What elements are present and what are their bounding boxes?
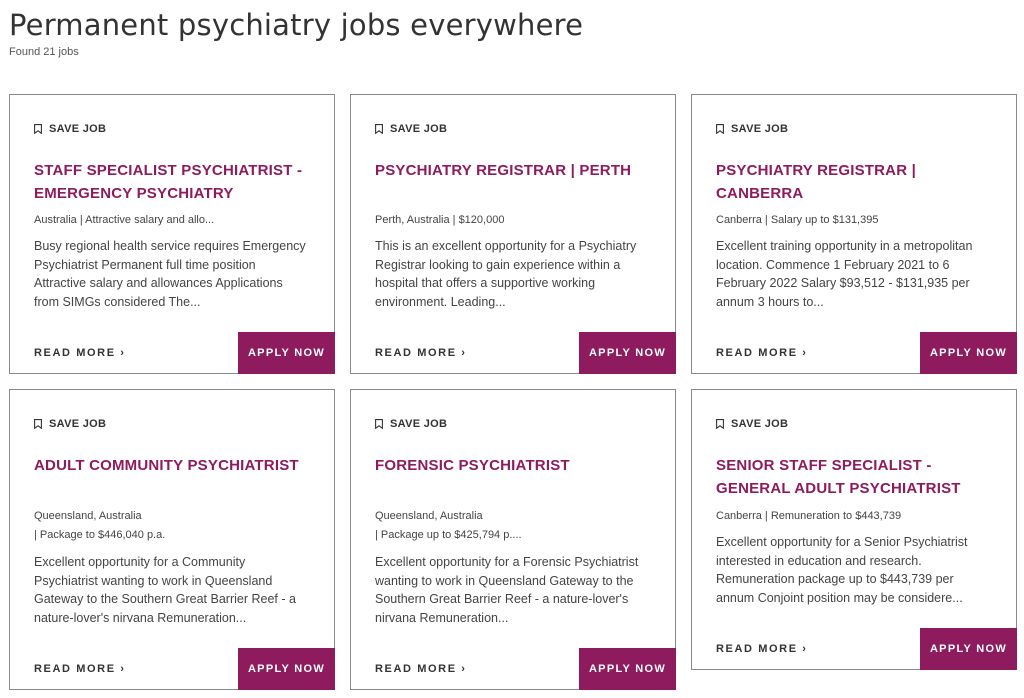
job-card: SAVE JOB ADULT COMMUNITY PSYCHIATRIST Qu… [9,389,335,690]
save-job-button[interactable]: SAVE JOB [34,418,106,430]
apply-now-button[interactable]: APPLY NOW [920,628,1017,670]
job-description: Excellent opportunity for a Forensic Psy… [375,555,639,625]
job-title[interactable]: SENIOR STAFF SPECIALIST - GENERAL ADULT … [716,454,1001,500]
apply-now-button[interactable]: APPLY NOW [920,332,1017,374]
save-job-label: SAVE JOB [49,123,107,135]
read-more-link[interactable]: READ MORE › [375,347,467,359]
job-description: Busy regional health service requires Em… [34,239,306,309]
job-title[interactable]: FORENSIC PSYCHIATRIST [375,454,660,477]
save-job-button[interactable]: SAVE JOB [34,123,106,135]
bookmark-icon [34,124,42,134]
results-count: Found 21 jobs [9,46,79,58]
save-job-button[interactable]: SAVE JOB [716,418,788,430]
job-location: Queensland, Australia [375,510,483,522]
bookmark-icon [375,419,383,429]
job-description: Excellent opportunity for a Senior Psych… [716,535,968,605]
apply-now-button[interactable]: APPLY NOW [579,332,676,374]
read-more-link[interactable]: READ MORE › [34,663,126,675]
job-salary: | Package up to $425,794 p.... [375,529,522,541]
save-job-button[interactable]: SAVE JOB [716,123,788,135]
bookmark-icon [375,124,383,134]
read-more-link[interactable]: READ MORE › [716,643,808,655]
bookmark-icon [716,124,724,134]
job-card: SAVE JOB PSYCHIATRY REGISTRAR | CANBERRA… [691,94,1017,374]
job-title[interactable]: PSYCHIATRY REGISTRAR | CANBERRA [716,159,1001,205]
save-job-button[interactable]: SAVE JOB [375,418,447,430]
bookmark-icon [34,419,42,429]
save-job-label: SAVE JOB [390,418,448,430]
job-location-salary: Australia | Attractive salary and allo..… [34,214,215,226]
save-job-label: SAVE JOB [731,418,789,430]
job-title[interactable]: PSYCHIATRY REGISTRAR | PERTH [375,159,660,182]
job-salary: | Package to $446,040 p.a. [34,529,166,541]
save-job-button[interactable]: SAVE JOB [375,123,447,135]
job-card: SAVE JOB PSYCHIATRY REGISTRAR | PERTH Pe… [350,94,676,374]
job-location-salary: Canberra | Remuneration to $443,739 [716,510,902,522]
job-card: SAVE JOB STAFF SPECIALIST PSYCHIATRIST -… [9,94,335,374]
job-location: Queensland, Australia [34,510,142,522]
bookmark-icon [716,419,724,429]
save-job-label: SAVE JOB [731,123,789,135]
job-title[interactable]: ADULT COMMUNITY PSYCHIATRIST [34,454,319,477]
apply-now-button[interactable]: APPLY NOW [579,648,676,690]
job-description: Excellent training opportunity in a metr… [716,239,973,309]
job-description: This is an excellent opportunity for a P… [375,239,637,309]
page-title: Permanent psychiatry jobs everywhere [9,8,584,42]
read-more-link[interactable]: READ MORE › [34,347,126,359]
read-more-link[interactable]: READ MORE › [716,347,808,359]
job-location-salary: Canberra | Salary up to $131,395 [716,214,879,226]
save-job-label: SAVE JOB [49,418,107,430]
apply-now-button[interactable]: APPLY NOW [238,332,335,374]
job-location-salary: Perth, Australia | $120,000 [375,214,505,226]
save-job-label: SAVE JOB [390,123,448,135]
read-more-link[interactable]: READ MORE › [375,663,467,675]
job-card: SAVE JOB SENIOR STAFF SPECIALIST - GENER… [691,389,1017,670]
job-card: SAVE JOB FORENSIC PSYCHIATRIST Queenslan… [350,389,676,690]
job-title[interactable]: STAFF SPECIALIST PSYCHIATRIST - EMERGENC… [34,159,319,205]
apply-now-button[interactable]: APPLY NOW [238,648,335,690]
job-description: Excellent opportunity for a Community Ps… [34,555,296,625]
